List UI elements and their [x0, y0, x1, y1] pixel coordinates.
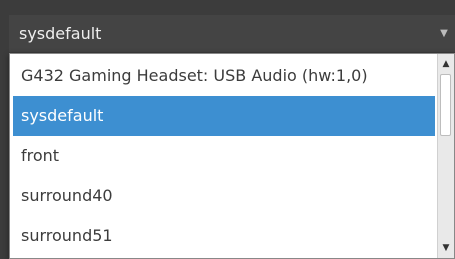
arrow-down-icon[interactable]: ▼: [438, 240, 454, 256]
dropdown-item-sysdefault[interactable]: sysdefault: [13, 96, 435, 136]
arrow-up-icon[interactable]: ▲: [438, 56, 454, 72]
audio-device-combobox[interactable]: sysdefault ▼: [9, 15, 455, 52]
scrollbar-thumb[interactable]: [440, 74, 451, 136]
dropdown-item-surround51[interactable]: surround51: [13, 216, 435, 256]
dropdown-item-surround40[interactable]: surround40: [13, 176, 435, 216]
combo-selected-value: sysdefault: [19, 24, 102, 43]
dropdown-list: G432 Gaming Headset: USB Audio (hw:1,0) …: [10, 54, 437, 258]
audio-device-dropdown: G432 Gaming Headset: USB Audio (hw:1,0) …: [9, 53, 455, 259]
dropdown-item-front[interactable]: front: [13, 136, 435, 176]
dropdown-scrollbar[interactable]: ▲ ▼: [437, 54, 454, 258]
chevron-down-icon[interactable]: ▼: [437, 27, 451, 41]
dropdown-item-g432-headset[interactable]: G432 Gaming Headset: USB Audio (hw:1,0): [13, 56, 435, 96]
